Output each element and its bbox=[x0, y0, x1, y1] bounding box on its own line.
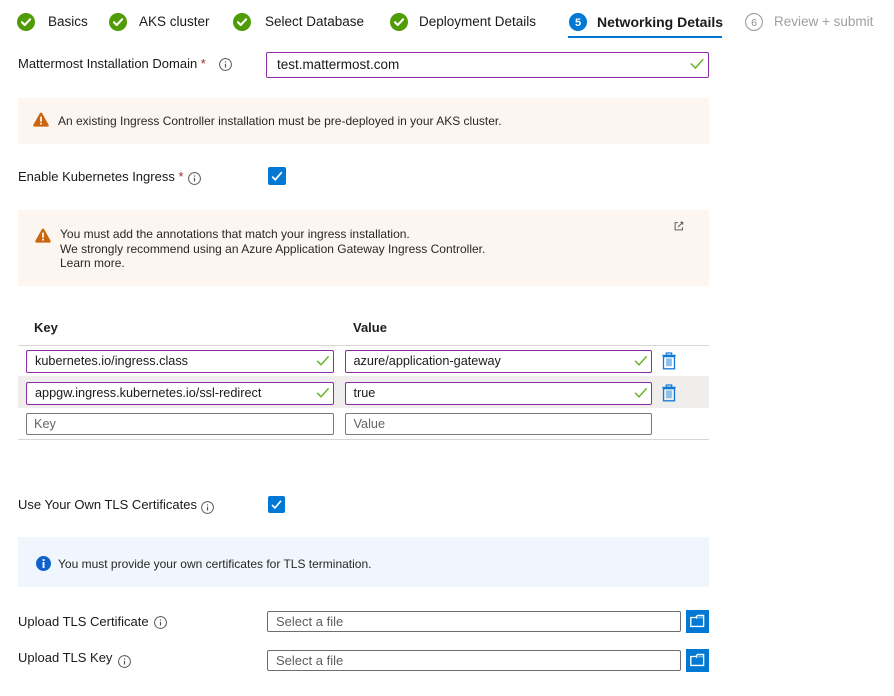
svg-text:5: 5 bbox=[575, 17, 581, 29]
svg-text:6: 6 bbox=[751, 17, 757, 29]
